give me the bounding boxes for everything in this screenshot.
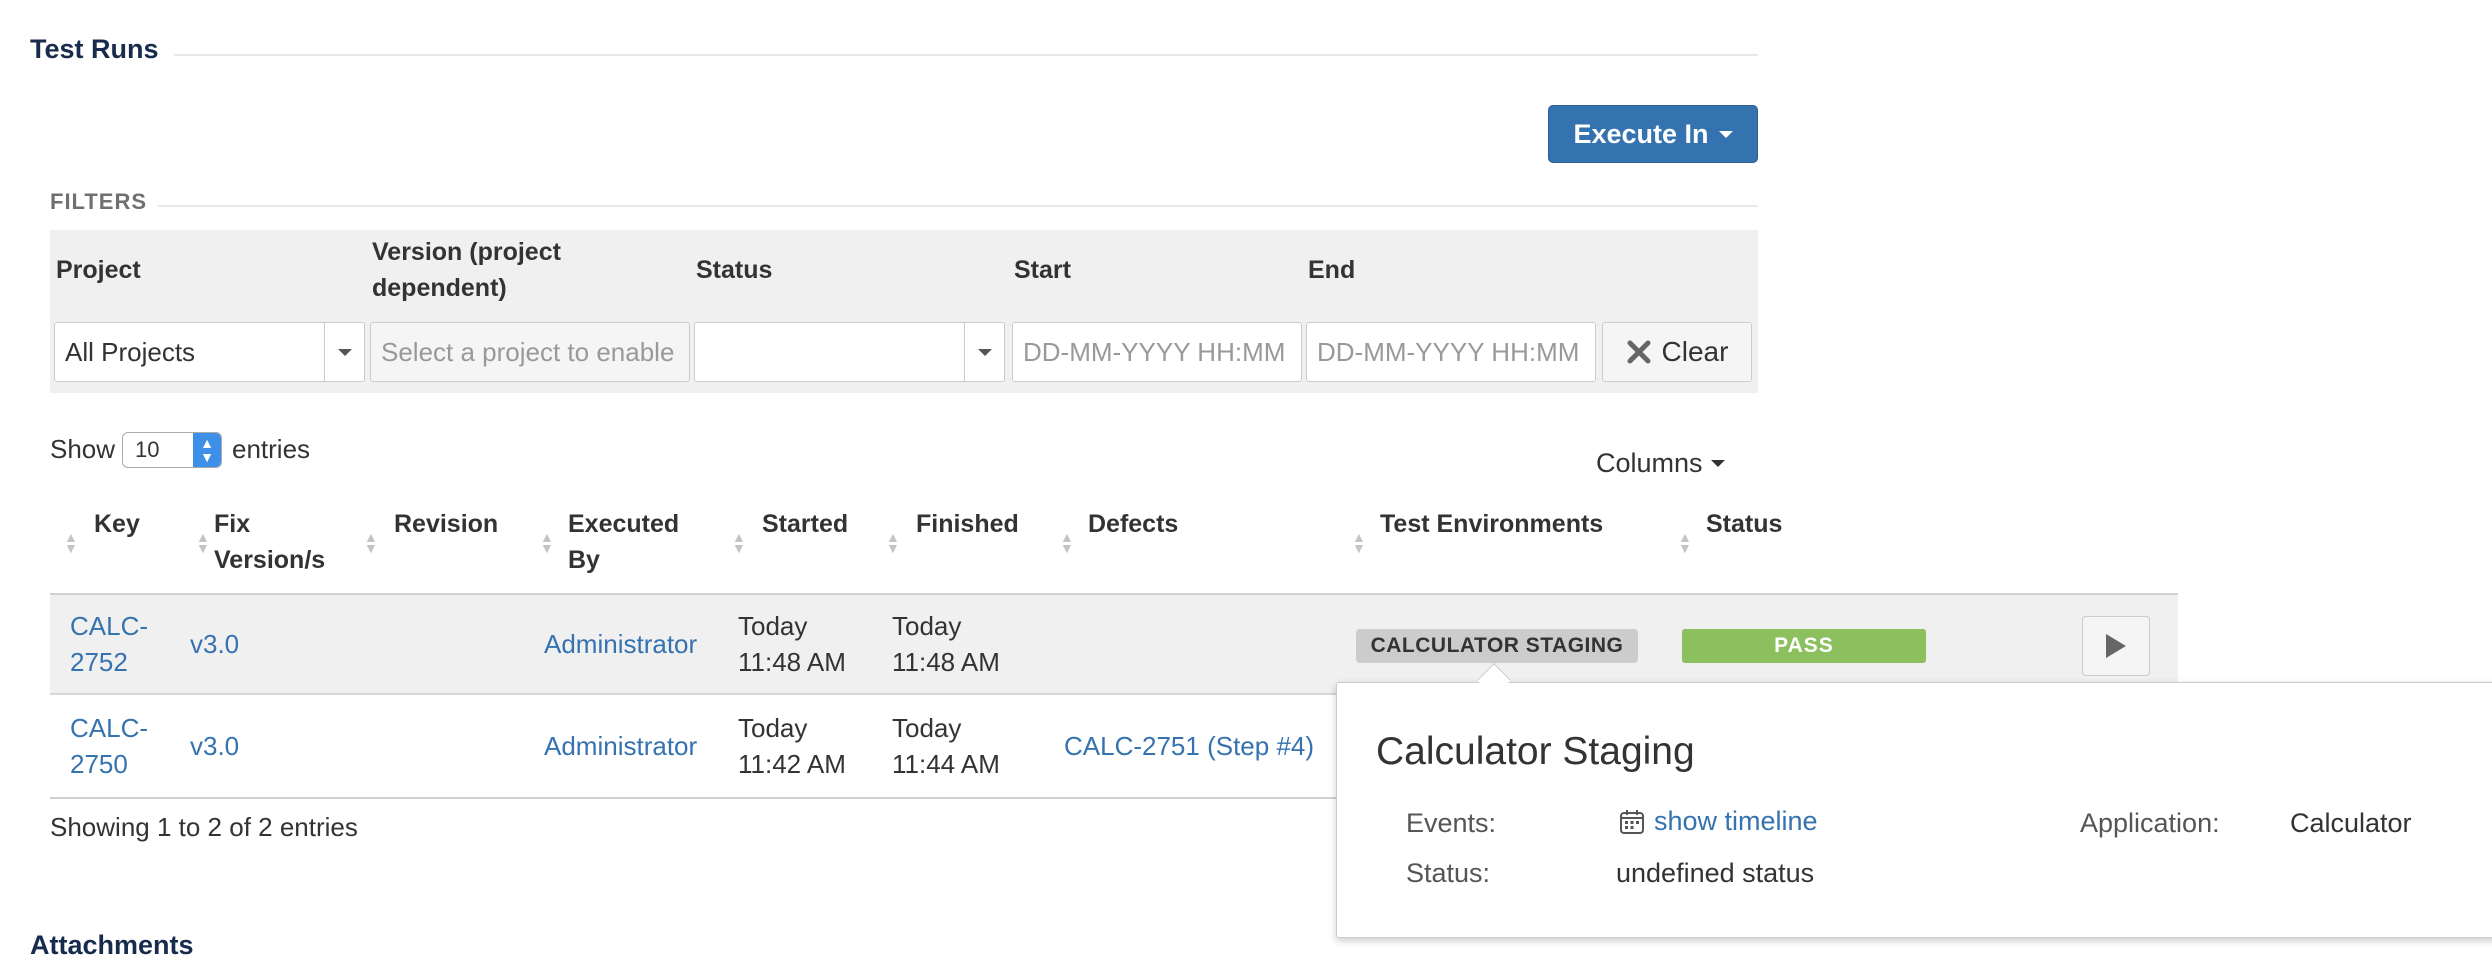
entries-per-page-select[interactable]: 10 ▲ ▼ [122,432,222,468]
sort-icon[interactable]: ▲ ▼ [886,530,900,555]
popup-events-label: Events: [1406,808,1497,838]
section-title: Test Runs [30,34,159,64]
filter-start-label: Start [1014,256,1071,284]
row-finished: Today 11:48 AM [892,608,1000,680]
sort-icon[interactable]: ▲ ▼ [540,530,554,555]
filter-version-label-line2: dependent) [372,274,507,302]
column-header-status[interactable]: Status [1706,506,1782,542]
show-timeline-label: show timeline [1654,806,1818,836]
row-finished-line1: Today [892,611,962,641]
popup-status-label: Status: [1406,858,1491,888]
column-header-fix-versions-line1: Fix [214,510,251,538]
start-date-input[interactable]: DD-MM-YYYY HH:MM [1012,322,1302,382]
column-header-fix-versions[interactable]: Fix Version/s [214,506,325,578]
row-key-line1: CALC- [70,713,149,743]
row-started-line2: 11:42 AM [738,749,846,779]
row-started-line2: 11:48 AM [738,647,846,677]
column-header-revision[interactable]: Revision [394,506,498,542]
attachments-section-title: Attachments [30,930,194,960]
show-label: Show [50,434,116,464]
stepper-icon[interactable]: ▲ ▼ [193,433,221,467]
row-fix-version-link[interactable]: v3.0 [190,728,239,764]
columns-button[interactable]: Columns [1596,448,1725,479]
entries-per-page-value: 10 [135,437,160,462]
row-started: Today 11:48 AM [738,608,846,680]
sort-icon[interactable]: ▲ ▼ [732,530,746,555]
popup-application-value: Calculator [2290,808,2412,838]
caret-down-icon [1710,460,1725,467]
filters-label: FILTERS [50,189,148,214]
calendar-icon [1620,809,1644,834]
column-header-executed-by[interactable]: Executed By [568,506,679,578]
column-header-key[interactable]: Key [94,506,140,542]
column-header-executed-by-line1: Executed [568,510,680,538]
play-icon [2106,634,2126,658]
close-icon [1627,340,1651,364]
clear-button[interactable]: Clear [1602,322,1752,382]
end-date-input[interactable]: DD-MM-YYYY HH:MM [1306,322,1596,382]
row-started-line1: Today [738,611,808,641]
filter-project-label: Project [56,256,141,284]
status-badge: PASS [1682,629,1926,663]
sort-icon[interactable]: ▲ ▼ [1060,530,1074,555]
row-fix-version-link[interactable]: v3.0 [190,626,239,662]
show-timeline-link[interactable]: show timeline [1618,806,1818,837]
popup-title: Calculator Staging [1376,730,1695,773]
project-select[interactable]: All Projects [54,322,365,382]
chevron-down-icon[interactable] [964,323,1004,381]
row-key-line2: 2750 [70,749,128,779]
row-finished-line2: 11:48 AM [892,647,1000,677]
entries-label: entries [232,434,311,464]
table-info: Showing 1 to 2 of 2 entries [50,812,358,842]
section-divider [174,54,1758,56]
execute-row-button[interactable] [2082,616,2150,676]
status-select[interactable] [694,322,1005,382]
column-header-executed-by-line2: By [568,546,600,574]
row-defect-link[interactable]: CALC-2751 (Step #4) [1064,728,1314,764]
row-started: Today 11:42 AM [738,710,846,782]
sort-icon[interactable]: ▲ ▼ [196,530,210,555]
row-started-line1: Today [738,713,808,743]
popup-status-value: undefined status [1616,858,1815,888]
version-input[interactable]: Select a project to enable [370,322,690,382]
popup-application-label: Application: [2080,808,2220,838]
sort-icon[interactable]: ▲ ▼ [64,530,78,555]
row-executed-by-link[interactable]: Administrator [544,626,697,662]
row-finished-line1: Today [892,713,962,743]
column-header-test-environments[interactable]: Test Environments [1380,506,1603,542]
row-key-line2: 2752 [70,647,128,677]
filters-divider [158,205,1758,207]
row-executed-by-link[interactable]: Administrator [544,728,697,764]
execute-in-label: Execute In [1573,118,1709,149]
table-bottom-divider [50,797,1340,799]
sort-icon[interactable]: ▲ ▼ [364,530,378,555]
execute-in-button[interactable]: Execute In [1548,105,1758,163]
row-key-link[interactable]: CALC- 2750 [70,710,148,782]
columns-label: Columns [1596,448,1703,478]
filter-end-label: End [1308,256,1356,284]
row-key-link[interactable]: CALC- 2752 [70,608,148,680]
clear-label: Clear [1661,336,1729,367]
project-select-value: All Projects [65,336,196,367]
row-finished: Today 11:44 AM [892,710,1000,782]
row-key-line1: CALC- [70,611,149,641]
sort-icon[interactable]: ▲ ▼ [1678,530,1692,555]
column-header-defects[interactable]: Defects [1088,506,1178,542]
column-header-finished[interactable]: Finished [916,506,1019,542]
filter-status-label: Status [696,256,773,284]
sort-icon[interactable]: ▲ ▼ [1352,530,1366,555]
chevron-down-icon[interactable] [324,323,364,381]
filter-version-label-line1: Version (project [372,238,561,266]
environment-badge[interactable]: CALCULATOR STAGING [1356,629,1638,663]
column-header-fix-versions-line2: Version/s [214,546,326,574]
column-header-started[interactable]: Started [762,506,848,542]
filter-version-label: Version (project dependent) [372,234,561,306]
row-finished-line2: 11:44 AM [892,749,1000,779]
caret-down-icon [1718,130,1733,138]
